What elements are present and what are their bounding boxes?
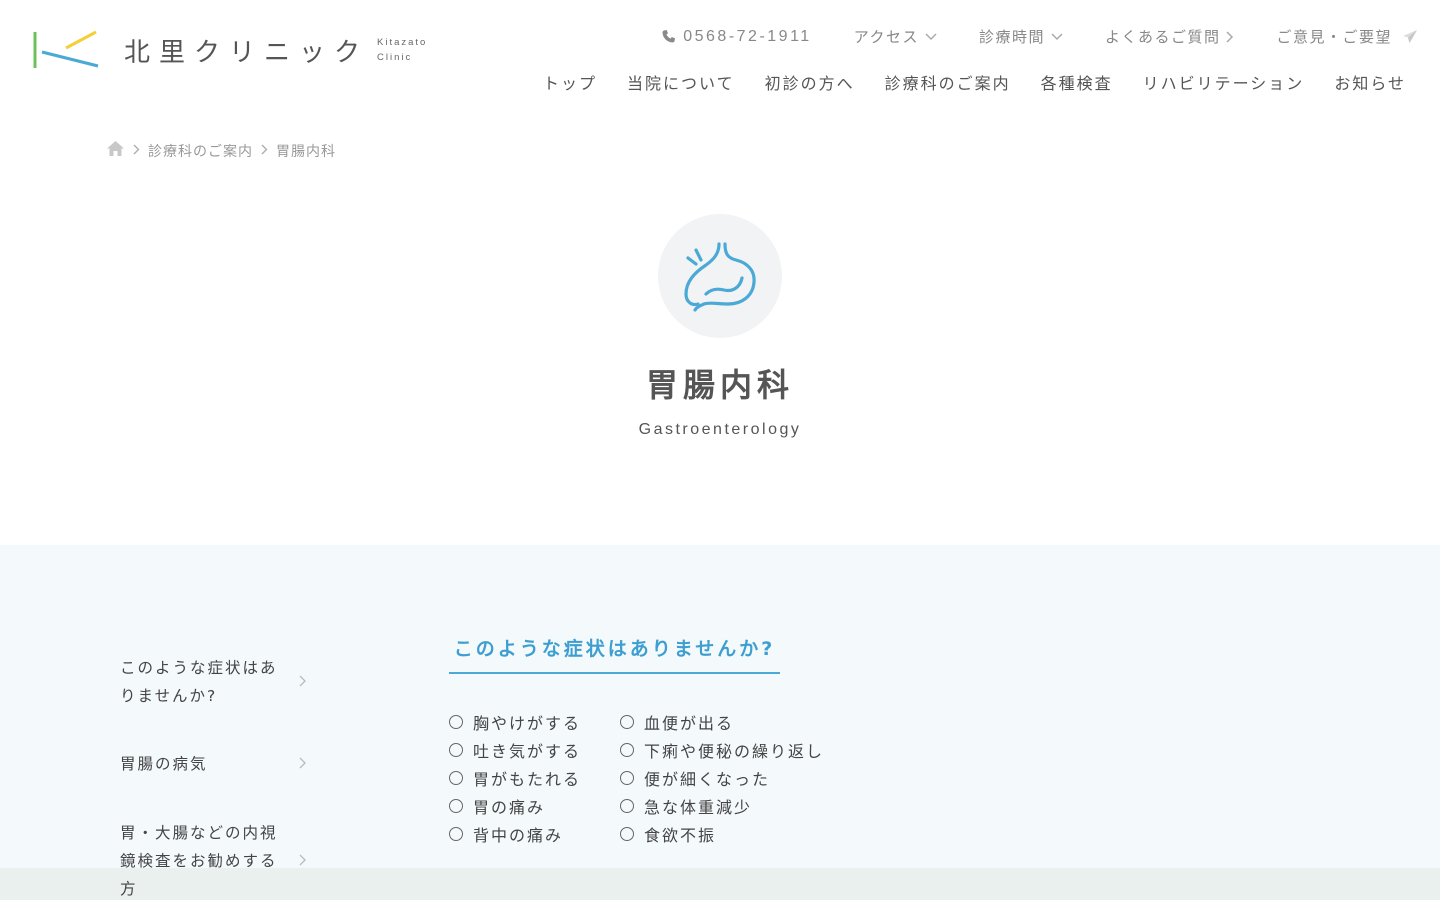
- feedback-link[interactable]: ご意見・ご要望: [1276, 26, 1418, 47]
- circle-bullet-icon: [620, 715, 634, 729]
- side-menu-label: 胃・大腸などの内視鏡検査をお勧めする方: [120, 824, 278, 898]
- symptom-text: 下痢や便秘の繰り返し: [644, 742, 825, 761]
- symptom-text: 血便が出る: [644, 714, 735, 733]
- chevron-right-icon: [1226, 30, 1234, 43]
- symptom-list-right: 血便が出る 下痢や便秘の繰り返し 便が細くなった 急な体重減少 食欲不振: [620, 708, 824, 848]
- circle-bullet-icon: [620, 743, 634, 757]
- breadcrumb-current: 胃腸内科: [276, 143, 336, 160]
- nav-departments[interactable]: 診療科のご案内: [885, 70, 1011, 94]
- circle-bullet-icon: [449, 827, 463, 841]
- logo-sub-line2: Clinic: [377, 52, 413, 63]
- symptom-text: 急な体重減少: [644, 798, 753, 817]
- side-menu-item-symptoms[interactable]: このような症状はありませんか?: [120, 654, 306, 710]
- phone-icon: [661, 29, 676, 44]
- list-item: 下痢や便秘の繰り返し: [620, 736, 824, 764]
- side-menu-item-diseases[interactable]: 胃腸の病気: [120, 750, 306, 778]
- symptom-text: 背中の痛み: [473, 826, 564, 845]
- nav-rehabilitation[interactable]: リハビリテーション: [1143, 70, 1305, 94]
- access-label: アクセス: [853, 28, 919, 46]
- logo-sub-line1: Kitazato: [377, 37, 428, 48]
- symptom-text: 食欲不振: [644, 826, 717, 845]
- side-menu-label: このような症状はありませんか?: [120, 659, 278, 705]
- side-menu-label: 胃腸の病気: [120, 755, 208, 773]
- circle-bullet-icon: [449, 743, 463, 757]
- side-menu-item-endoscopy[interactable]: 胃・大腸などの内視鏡検査をお勧めする方: [120, 819, 306, 900]
- breadcrumb-departments[interactable]: 診療科のご案内: [148, 141, 253, 161]
- circle-bullet-icon: [449, 799, 463, 813]
- phone-number: 0568-72-1911: [683, 27, 812, 45]
- list-item: 急な体重減少: [620, 792, 824, 820]
- chevron-right-icon: [261, 143, 268, 159]
- nav-first-visit[interactable]: 初診の方へ: [765, 70, 855, 94]
- nav-top[interactable]: トップ: [543, 70, 597, 94]
- symptom-list-left: 胸やけがする 吐き気がする 胃がもたれる 胃の痛み 背中の痛み: [449, 708, 581, 848]
- stomach-icon: [658, 214, 782, 338]
- chevron-right-icon: [133, 143, 140, 159]
- circle-bullet-icon: [620, 771, 634, 785]
- phone-link[interactable]: 0568-72-1911: [661, 28, 811, 46]
- logo-title: 北里クリニック: [124, 37, 370, 68]
- symptom-text: 胃の痛み: [473, 798, 546, 817]
- chevron-right-icon: [299, 847, 306, 875]
- symptom-text: 吐き気がする: [473, 742, 582, 761]
- list-item: 胸やけがする: [449, 708, 581, 736]
- nav-about[interactable]: 当院について: [627, 70, 735, 94]
- section-title: このような症状はありませんか?: [449, 634, 780, 674]
- logo-subtitle: Kitazato Clinic: [377, 35, 427, 65]
- circle-bullet-icon: [620, 827, 634, 841]
- list-item: 食欲不振: [620, 820, 824, 848]
- side-menu: このような症状はありませんか? 胃腸の病気 胃・大腸などの内視鏡検査をお勧めする…: [120, 654, 306, 898]
- chevron-right-icon: [299, 750, 306, 778]
- page-subtitle: Gastroenterology: [638, 421, 802, 438]
- nav-examinations[interactable]: 各種検査: [1041, 70, 1113, 94]
- list-item: 吐き気がする: [449, 736, 581, 764]
- symptom-text: 便が細くなった: [644, 770, 771, 789]
- symptom-text: 胸やけがする: [473, 714, 582, 733]
- chevron-down-icon: [1051, 32, 1063, 41]
- site-logo[interactable]: 北里クリニック Kitazato Clinic: [32, 30, 427, 70]
- circle-bullet-icon: [449, 715, 463, 729]
- list-item: 便が細くなった: [620, 764, 824, 792]
- faq-link[interactable]: よくあるご質問: [1105, 26, 1235, 47]
- chevron-right-icon: [299, 668, 306, 696]
- breadcrumb: 診療科のご案内 胃腸内科: [106, 140, 336, 161]
- chevron-down-icon: [925, 32, 937, 41]
- nav-news[interactable]: お知らせ: [1334, 70, 1406, 94]
- circle-bullet-icon: [449, 771, 463, 785]
- symptom-text: 胃がもたれる: [473, 770, 582, 789]
- home-icon[interactable]: [106, 140, 125, 161]
- logo-mark-icon: [32, 30, 100, 70]
- access-link[interactable]: アクセス: [854, 26, 937, 47]
- list-item: 背中の痛み: [449, 820, 581, 848]
- hours-label: 診療時間: [978, 28, 1045, 46]
- paper-plane-icon: [1402, 29, 1418, 44]
- list-item: 胃がもたれる: [449, 764, 581, 792]
- hours-link[interactable]: 診療時間: [979, 26, 1063, 47]
- faq-label: よくあるご質問: [1104, 28, 1221, 46]
- utility-nav: 0568-72-1911 アクセス 診療時間 よくあるご質問 ご意見・ご要望: [661, 26, 1418, 47]
- page-title: 胃腸内科: [645, 366, 794, 404]
- feedback-label: ご意見・ご要望: [1276, 28, 1392, 46]
- list-item: 血便が出る: [620, 708, 824, 736]
- list-item: 胃の痛み: [449, 792, 581, 820]
- circle-bullet-icon: [620, 799, 634, 813]
- main-nav: トップ 当院について 初診の方へ 診療科のご案内 各種検査 リハビリテーション …: [543, 70, 1406, 94]
